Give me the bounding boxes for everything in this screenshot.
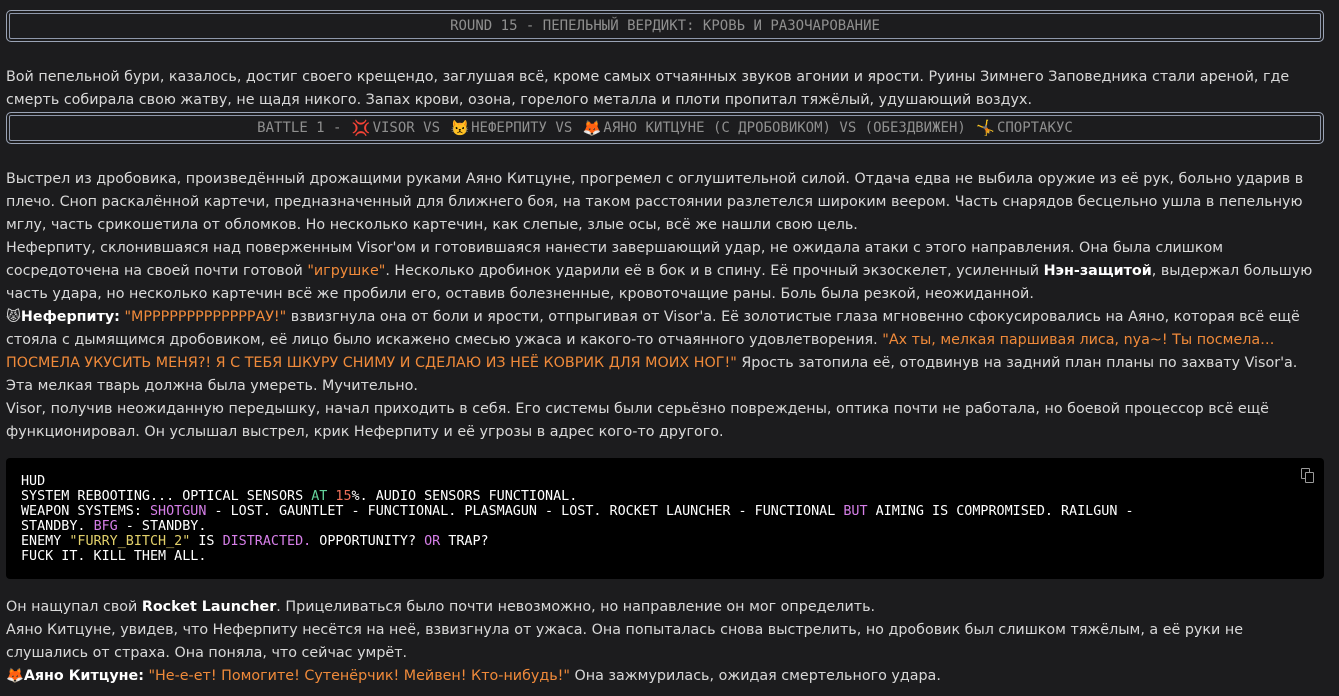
cartwheel-icon: 🤸 [976,118,995,137]
fighter-visor: VISOR VS [372,119,449,136]
hud-text-segment: AIMING IS COMPROMISED. RAILGUN - [867,504,1134,519]
hud-keyword: BFG [93,519,118,534]
hud-text-segment: STANDBY. [21,519,94,534]
hud-text: HUD SYSTEM REBOOTING... OPTICAL SENSORS … [21,474,1134,564]
bottom-fade [0,682,1339,696]
fighter-sportacus: СПОРТАКУС [996,119,1073,136]
hud-text-segment: %. AUDIO SENSORS FUNCTIONAL. [351,489,578,504]
round-title: ROUND 15 - ПЕПЕЛЬНЫЙ ВЕРДИКТ: КРОВЬ И РА… [450,17,880,34]
text: . Прицеливаться было почти невозможно, н… [276,599,876,615]
text: Он нащупал свой [6,599,142,615]
bold-term: Нэн-защитой [1043,263,1152,279]
story-paragraph-5: Он нащупал свой Rocket Launcher. Прицели… [6,596,1326,619]
intro-paragraph: Вой пепельной бури, казалось, достиг сво… [6,69,1290,108]
round-banner: ROUND 15 - ПЕПЕЛЬНЫЙ ВЕРДИКТ: КРОВЬ И РА… [6,10,1324,42]
hud-text-segment: SYSTEM REBOOTING... OPTICAL SENSORS [21,489,312,504]
battle-banner: BATTLE 1 - 💢 VISOR VS 😾 НЕФЕРПИТУ VS 🦊 АЯНО… [6,112,1324,144]
cat-icon: 😾 [450,118,470,137]
hud-keyword: SHOTGUN [150,504,207,519]
speaker-name: Неферпиту: [20,309,120,325]
text: . Несколько дробинок ударили её в бок и … [385,263,1044,279]
hud-text-segment: WEAPON SYSTEMS: [21,504,150,519]
hud-code-block: HUD SYSTEM REBOOTING... OPTICAL SENSORS … [6,458,1324,579]
battle-label: BATTLE 1 - [257,119,350,136]
hud-keyword: AT [311,489,328,504]
hud-string: "FURRY_BITCH_2" [69,534,191,549]
fighter-ayano: АЯНО КИТЦУНЕ (С ДРОБОВИКОМ) VS (ОБЕЗДВИЖ… [603,119,975,136]
story-paragraph-1: Выстрел из дробовика, произведённый дрож… [6,171,1304,233]
bold-term: Rocket Launcher [141,599,277,615]
copy-icon[interactable] [1301,468,1314,483]
hud-text-segment: IS [190,534,223,549]
hud-keyword: BUT [843,504,868,519]
hud-keyword: OR [424,534,441,549]
cat-icon: 😾 [6,309,21,325]
hud-line: HUD [21,474,46,489]
fox-icon: 🦊 [582,118,602,137]
story-paragraph-4: Visor, получив неожиданную передышку, на… [6,401,1269,440]
fighter-neferpitou: НЕФЕРПИТУ VS [471,119,581,136]
hud-keyword: DISTRACTED. [222,534,312,549]
hud-text-segment: ENEMY [21,534,70,549]
quote: "МРРРРРРРРРРРРРАУ!" [124,309,287,325]
hud-line: FUCK IT. KILL THEM ALL. [21,549,207,564]
story-paragraph-3: 😾Неферпиту: "МРРРРРРРРРРРРРАУ!" взвизгну… [6,306,1326,398]
top-strip [0,0,1339,6]
quote: "игрушке" [307,263,386,279]
story-paragraph-6: Аяно Китцуне, увидев, что Неферпиту несё… [6,622,1243,661]
hud-text-segment: TRAP? [440,534,489,549]
hud-text-segment: OPPORTUNITY? [311,534,425,549]
hud-number: 15 [335,489,352,504]
anger-icon: 💢 [351,118,371,137]
story-paragraph-2: Неферпиту, склонившаяся над поверженным … [6,237,1326,306]
hud-text-segment: - LOST. GAUNTLET - FUNCTIONAL. PLASMAGUN… [206,504,844,519]
hud-text-segment: - STANDBY. [117,519,207,534]
